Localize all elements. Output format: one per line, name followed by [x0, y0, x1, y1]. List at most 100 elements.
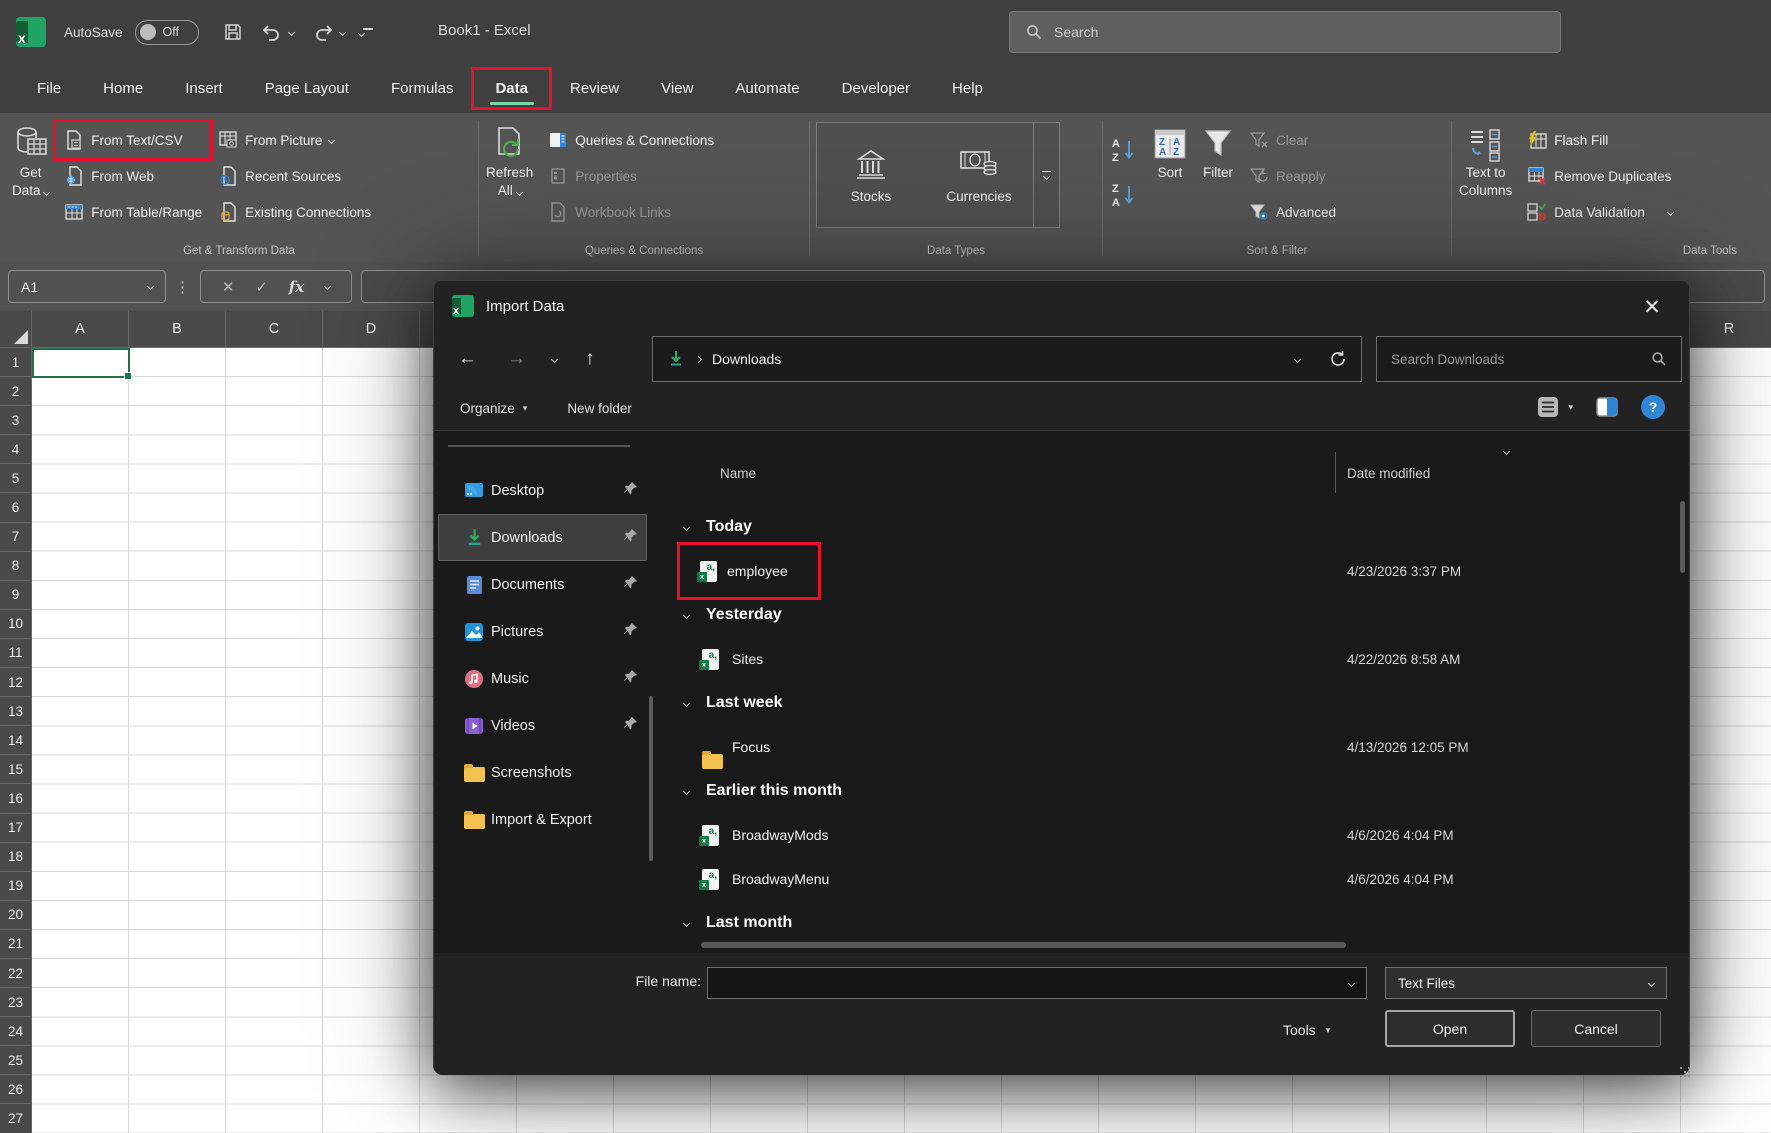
text-to-columns-button[interactable]: Text to Columns	[1452, 118, 1519, 231]
refresh-address-icon[interactable]	[1329, 350, 1347, 368]
view-mode-button[interactable]: ▾	[1536, 395, 1573, 419]
row-header[interactable]: 6	[0, 493, 32, 522]
view-mode-dropdown-icon[interactable]: ▾	[1568, 402, 1573, 413]
name-box[interactable]: A1	[8, 270, 166, 303]
tab-automate[interactable]: Automate	[714, 70, 820, 107]
active-cell-a1[interactable]	[32, 348, 130, 378]
address-dropdown-icon[interactable]	[1294, 355, 1301, 362]
row-header[interactable]: 20	[0, 901, 32, 930]
stocks-button[interactable]: Stocks	[817, 123, 925, 227]
sidebar-scrollbar[interactable]	[649, 696, 653, 861]
dialog-title-bar[interactable]: Import Data	[434, 281, 1689, 331]
row-header[interactable]: 21	[0, 930, 32, 959]
sidebar-item-documents[interactable]: Documents	[438, 561, 647, 608]
column-separator[interactable]	[1335, 452, 1336, 493]
sidebar-item-pictures[interactable]: Pictures	[438, 608, 647, 655]
row-header[interactable]: 11	[0, 639, 32, 668]
cancel-button[interactable]: Cancel	[1531, 1010, 1661, 1047]
row-header[interactable]: 5	[0, 464, 32, 493]
tab-help[interactable]: Help	[931, 70, 1004, 107]
group-header-yesterday[interactable]: Yesterday	[656, 593, 1689, 637]
sidebar-item-import-export[interactable]: Import & Export	[438, 796, 647, 843]
tab-insert[interactable]: Insert	[164, 70, 244, 107]
file-row-sites[interactable]: a,x Sites 4/22/2026 8:58 AM	[656, 637, 1689, 681]
redo-dropdown-icon[interactable]	[339, 28, 346, 35]
sidebar-item-music[interactable]: Music	[438, 655, 647, 702]
column-header[interactable]: R	[1681, 311, 1771, 348]
group-header-last-month[interactable]: Last month	[656, 901, 1689, 945]
sort-button[interactable]: ZAAZ Sort	[1145, 118, 1195, 231]
column-header[interactable]: D	[323, 311, 420, 348]
up-icon[interactable]: ↑	[585, 348, 595, 370]
preview-pane-icon[interactable]	[1595, 395, 1619, 419]
vertical-scrollbar[interactable]	[1680, 501, 1685, 573]
autosave-toggle[interactable]: Off	[135, 20, 199, 45]
sidebar-item-videos[interactable]: Videos	[438, 702, 647, 749]
existing-connections-button[interactable]: Existing Connections	[210, 194, 379, 230]
row-header[interactable]: 25	[0, 1046, 32, 1075]
data-validation-button[interactable]: Data Validation	[1519, 194, 1681, 230]
file-name-dropdown-icon[interactable]	[1348, 979, 1355, 986]
horizontal-scrollbar[interactable]	[656, 942, 1689, 948]
row-header[interactable]: 18	[0, 843, 32, 872]
file-name-input[interactable]	[707, 967, 1367, 999]
row-header[interactable]: 19	[0, 872, 32, 901]
insert-function-button[interactable]: fx	[289, 278, 304, 296]
advanced-filter-button[interactable]: Advanced	[1241, 194, 1344, 230]
from-table-range-button[interactable]: From Table/Range	[56, 194, 210, 230]
sort-descending-button[interactable]: ZA	[1111, 180, 1137, 215]
row-header[interactable]: 2	[0, 377, 32, 406]
refresh-all-button[interactable]: Refresh All	[479, 118, 540, 231]
file-row-broadwaymenu[interactable]: a,x BroadwayMenu 4/6/2026 4:04 PM	[656, 857, 1689, 901]
back-icon[interactable]: ←	[458, 348, 477, 370]
tab-page-layout[interactable]: Page Layout	[244, 70, 370, 107]
column-header-date-modified[interactable]: Date modified	[1347, 466, 1430, 481]
row-header[interactable]: 17	[0, 814, 32, 843]
tools-button[interactable]: Tools ▾	[1283, 1015, 1330, 1045]
filter-button[interactable]: Filter	[1195, 118, 1241, 231]
row-header[interactable]: 13	[0, 697, 32, 726]
column-header-name[interactable]: Name	[720, 466, 756, 481]
gallery-more-button[interactable]	[1033, 123, 1059, 227]
currencies-button[interactable]: Currencies	[925, 123, 1033, 227]
close-icon[interactable]: ✕	[1631, 291, 1673, 323]
get-data-button[interactable]: Get Data	[0, 118, 56, 231]
help-icon[interactable]: ?	[1641, 395, 1665, 419]
file-row-broadwaymods[interactable]: a,x BroadwayMods 4/6/2026 4:04 PM	[656, 813, 1689, 857]
queries-connections-button[interactable]: Queries & Connections	[540, 122, 722, 158]
row-header[interactable]: 14	[0, 726, 32, 755]
sort-ascending-button[interactable]: AZ	[1111, 135, 1137, 170]
file-row-employee[interactable]: a,x employee 4/23/2026 3:37 PM	[656, 549, 1689, 593]
undo-dropdown-icon[interactable]	[288, 28, 295, 35]
group-header-today[interactable]: Today	[656, 505, 1689, 549]
row-header[interactable]: 7	[0, 523, 32, 552]
flash-fill-button[interactable]: Flash Fill	[1519, 122, 1681, 158]
resize-grip[interactable]	[1680, 1067, 1682, 1069]
row-header[interactable]: 3	[0, 406, 32, 435]
sidebar-item-desktop[interactable]: Desktop	[438, 467, 647, 514]
row-header[interactable]: 22	[0, 959, 32, 988]
group-header-last-week[interactable]: Last week	[656, 681, 1689, 725]
organize-button[interactable]: Organize ▾	[460, 401, 527, 416]
file-row-focus[interactable]: Focus 4/13/2026 12:05 PM	[656, 725, 1689, 769]
row-header[interactable]: 8	[0, 552, 32, 581]
sidebar-item-screenshots[interactable]: Screenshots	[438, 749, 647, 796]
search-downloads-input[interactable]: Search Downloads	[1376, 336, 1682, 382]
row-header[interactable]: 24	[0, 1017, 32, 1046]
remove-duplicates-button[interactable]: Remove Duplicates	[1519, 158, 1681, 194]
formula-dropdown-icon[interactable]	[324, 283, 331, 290]
row-header[interactable]: 1	[0, 348, 32, 377]
row-header[interactable]: 4	[0, 435, 32, 464]
column-header[interactable]: B	[129, 311, 226, 348]
tab-formulas[interactable]: Formulas	[370, 70, 475, 107]
new-folder-button[interactable]: New folder	[567, 401, 632, 416]
group-header-earlier-this-month[interactable]: Earlier this month	[656, 769, 1689, 813]
undo-icon[interactable]	[261, 22, 283, 42]
redo-icon[interactable]	[312, 22, 334, 42]
cancel-entry-icon[interactable]: ✕	[222, 278, 235, 296]
row-header[interactable]: 16	[0, 784, 32, 813]
customize-qat-icon[interactable]	[363, 28, 373, 36]
tab-file[interactable]: File	[16, 70, 82, 107]
data-validation-dropdown-icon[interactable]	[1667, 208, 1674, 215]
row-header[interactable]: 12	[0, 668, 32, 697]
